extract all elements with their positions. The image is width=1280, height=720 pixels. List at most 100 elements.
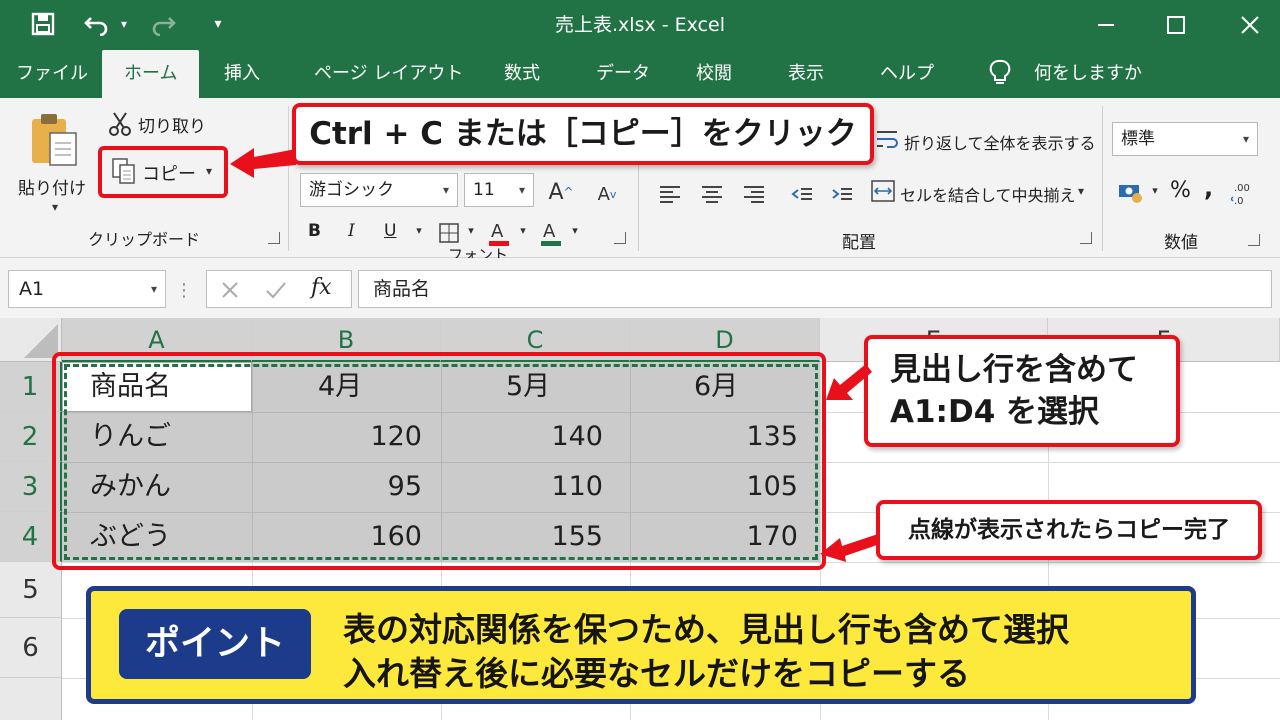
font-color-dropdown-icon[interactable]: ▾	[568, 224, 582, 237]
name-box[interactable]: A1 ▾	[8, 270, 166, 308]
cell-b4[interactable]: 160	[262, 512, 422, 562]
undo-icon[interactable]	[80, 10, 114, 38]
row-header-7[interactable]	[0, 678, 62, 720]
more-vertical-icon[interactable]: ⋮	[175, 278, 193, 302]
cell-a4[interactable]: ぶどう	[90, 512, 171, 562]
cell-b3[interactable]: 95	[262, 462, 422, 512]
tab-view[interactable]: 表示	[788, 50, 824, 98]
row-header-6[interactable]: 6	[0, 618, 62, 678]
cell-c1[interactable]: 5月	[506, 362, 550, 412]
confirm-entry-icon[interactable]	[263, 277, 289, 303]
number-format-combo[interactable]: 標準 ▾	[1112, 122, 1258, 156]
cell-d3[interactable]: 105	[640, 462, 798, 512]
tab-review[interactable]: 校閲	[696, 50, 732, 98]
tab-data[interactable]: データ	[596, 50, 650, 98]
save-icon[interactable]	[28, 10, 58, 38]
tell-me-box[interactable]: 何をしますか	[1034, 50, 1142, 98]
group-separator	[288, 106, 289, 251]
font-name-combo[interactable]: 游ゴシック ▾	[300, 173, 458, 207]
maximize-icon[interactable]	[1148, 0, 1204, 50]
tab-home[interactable]: ホーム	[102, 50, 200, 98]
cut-icon[interactable]	[106, 110, 134, 138]
font-color-icon[interactable]: A	[536, 216, 566, 248]
column-header-a[interactable]: A	[62, 318, 252, 362]
merge-dropdown-icon[interactable]: ▾	[1074, 184, 1088, 198]
cell-b2[interactable]: 120	[262, 412, 422, 462]
tab-insert[interactable]: 挿入	[224, 50, 260, 98]
cell-a3[interactable]: みかん	[90, 462, 171, 512]
copy-dropdown-icon[interactable]: ▾	[202, 164, 216, 178]
paste-dropdown-icon[interactable]: ▾	[48, 200, 62, 214]
paste-button[interactable]: 貼り付け	[18, 174, 86, 199]
row-header-4[interactable]: 4	[0, 512, 62, 562]
font-size-combo[interactable]: 11 ▾	[464, 173, 534, 207]
paste-icon[interactable]	[26, 110, 82, 170]
undo-dropdown-icon[interactable]: ▾	[116, 10, 132, 38]
column-header-c[interactable]: C	[441, 318, 630, 362]
select-all-corner[interactable]	[0, 318, 62, 362]
cell-c4[interactable]: 155	[451, 512, 603, 562]
cancel-entry-icon[interactable]	[217, 277, 243, 303]
column-header-d[interactable]: D	[630, 318, 820, 362]
underline-button[interactable]: U	[384, 221, 396, 241]
chevron-down-icon: ▾	[518, 183, 525, 197]
underline-dropdown-icon[interactable]: ▾	[412, 224, 426, 237]
borders-dropdown-icon[interactable]: ▾	[464, 224, 478, 237]
cell-d4[interactable]: 170	[640, 512, 798, 562]
clipboard-launcher-icon[interactable]	[268, 232, 280, 244]
tab-help[interactable]: ヘルプ	[880, 50, 934, 98]
cell-c2[interactable]: 140	[451, 412, 603, 462]
align-right-icon[interactable]	[740, 182, 768, 206]
row-header-3[interactable]: 3	[0, 462, 62, 512]
currency-format-icon[interactable]	[1116, 180, 1146, 206]
cell-a1[interactable]: 商品名	[90, 362, 171, 412]
tab-file[interactable]: ファイル	[16, 50, 88, 98]
close-icon[interactable]	[1222, 0, 1278, 50]
increase-decimal-icon[interactable]: .00.0	[1230, 178, 1260, 208]
cut-button[interactable]: 切り取り	[138, 112, 206, 137]
currency-dropdown-icon[interactable]: ▾	[1148, 184, 1162, 197]
insert-function-button[interactable]: fx	[311, 275, 332, 300]
svg-text:A: A	[543, 221, 556, 242]
svg-text:A: A	[491, 221, 504, 242]
row-header-1[interactable]: 1	[0, 362, 62, 412]
cell-c3[interactable]: 110	[451, 462, 603, 512]
column-header-b[interactable]: B	[252, 318, 441, 362]
cell-a2[interactable]: りんご	[90, 412, 171, 462]
increase-font-size-icon[interactable]: A ^	[544, 176, 578, 208]
merge-center-button[interactable]: セルを結合して中央揃え	[900, 182, 1076, 206]
cell-d1[interactable]: 6月	[694, 362, 738, 412]
cell-b1[interactable]: 4月	[318, 362, 362, 412]
merge-center-icon[interactable]	[870, 178, 896, 204]
copy-button[interactable]: コピー ▾	[98, 146, 228, 198]
borders-icon[interactable]	[436, 220, 462, 246]
formula-input[interactable]: 商品名	[358, 270, 1272, 308]
redo-icon[interactable]	[146, 10, 180, 38]
align-left-icon[interactable]	[656, 182, 684, 206]
row-header-5[interactable]: 5	[0, 562, 62, 618]
percent-style-button[interactable]: %	[1170, 178, 1191, 203]
customize-quick-access-icon[interactable]: ▾	[206, 10, 230, 38]
increase-indent-icon[interactable]	[828, 182, 856, 206]
bold-button[interactable]: B	[308, 221, 321, 241]
tab-page-layout[interactable]: ページ レイアウト	[314, 50, 463, 98]
number-launcher-icon[interactable]	[1248, 234, 1260, 246]
wrap-text-icon[interactable]	[874, 126, 900, 152]
comma-style-button[interactable]: ,	[1204, 174, 1213, 202]
align-center-icon[interactable]	[698, 182, 726, 206]
italic-button[interactable]: I	[348, 221, 355, 241]
minimize-icon[interactable]	[1078, 0, 1134, 50]
decrease-indent-icon[interactable]	[788, 182, 816, 206]
tab-formulas[interactable]: 数式	[504, 50, 540, 98]
fill-color-dropdown-icon[interactable]: ▾	[516, 224, 530, 237]
copy-icon	[110, 156, 138, 186]
decrease-font-size-icon[interactable]: Av	[590, 178, 624, 210]
alignment-launcher-icon[interactable]	[1080, 232, 1092, 244]
cell-d2[interactable]: 135	[640, 412, 798, 462]
row-header-2[interactable]: 2	[0, 412, 62, 462]
callout-select-line1: 見出し行を含めて	[890, 352, 1138, 388]
chevron-down-icon: ▾	[442, 183, 449, 197]
font-launcher-icon[interactable]	[614, 232, 626, 244]
lightbulb-icon[interactable]	[986, 58, 1014, 88]
wrap-text-button[interactable]: 折り返して全体を表示する	[904, 130, 1096, 154]
